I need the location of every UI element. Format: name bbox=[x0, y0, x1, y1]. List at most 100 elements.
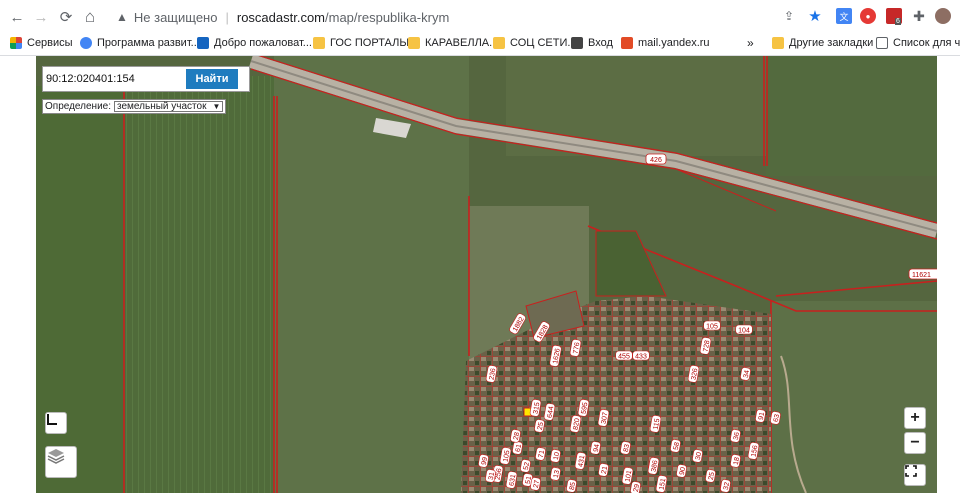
extension-badge-count: 6 bbox=[895, 17, 901, 25]
flower-icon bbox=[80, 37, 92, 49]
bookmark-label: Список для чтения bbox=[893, 37, 960, 49]
cadastre-number-input[interactable] bbox=[46, 69, 186, 89]
parcel-label: 29 bbox=[630, 481, 641, 493]
parcel-number: 91 bbox=[758, 412, 766, 421]
map-canvas[interactable]: 426 11621 1882 1828 1626 776 105 104 728 455 433… bbox=[36, 56, 937, 493]
parcel-number: 13 bbox=[553, 470, 561, 479]
parcel-number: 31 bbox=[488, 472, 496, 481]
bookmark-label: Вход bbox=[588, 37, 613, 49]
bookmark-login[interactable]: Вход bbox=[571, 35, 613, 51]
parcel-number: 30 bbox=[695, 452, 703, 461]
bookmark-label: Другие закладки bbox=[789, 37, 874, 49]
reading-list-icon bbox=[876, 37, 888, 49]
reload-icon[interactable]: ⟳ bbox=[55, 6, 77, 28]
forward-icon[interactable]: → bbox=[30, 6, 52, 28]
bookmark-other[interactable]: Другие закладки bbox=[772, 35, 873, 51]
parcel-label: 104 bbox=[735, 324, 753, 335]
folder-icon bbox=[408, 37, 420, 49]
parcel-number: 58 bbox=[673, 442, 681, 451]
parcel-number: 28 bbox=[513, 432, 521, 441]
bookmark-label: Программа развит... bbox=[97, 37, 200, 49]
address-separator: | bbox=[225, 9, 229, 25]
bookmark-welcome[interactable]: Добро пожаловат... bbox=[197, 35, 312, 51]
edge-parcel-text: 11621 bbox=[912, 272, 931, 279]
parcel-number: 94 bbox=[593, 444, 601, 453]
parcel-number: 433 bbox=[635, 354, 647, 361]
bookmark-folder-gov[interactable]: ГОС ПОРТАЛЫ. bbox=[313, 35, 412, 51]
toolbar: ← → ⟳ ⌂ ▲ Не защищено | roscadastr.com /… bbox=[0, 0, 960, 32]
definition-select[interactable]: земельный участок ▼ bbox=[114, 101, 224, 112]
ruler-icon bbox=[47, 414, 57, 425]
field-northeast bbox=[766, 56, 937, 176]
bookmark-label: Сервисы bbox=[27, 37, 73, 49]
parcel-number: 52 bbox=[523, 462, 531, 471]
bookmark-star-icon[interactable]: ★ bbox=[807, 8, 823, 25]
parcel-number: 10 bbox=[553, 452, 561, 461]
definition-selected: земельный участок bbox=[117, 101, 207, 112]
folder-icon bbox=[493, 37, 505, 49]
find-button[interactable]: Найти bbox=[186, 69, 238, 89]
parcel-label: 105 bbox=[703, 320, 721, 331]
share-icon[interactable]: ⇪ bbox=[781, 8, 797, 24]
parcel-number: 18 bbox=[733, 457, 741, 466]
extension-badge-icon[interactable]: 6 bbox=[886, 8, 902, 25]
bookmark-overflow-chevron[interactable]: » bbox=[747, 35, 754, 51]
folder-icon bbox=[772, 37, 784, 49]
back-icon[interactable]: ← bbox=[6, 6, 28, 28]
layers-button[interactable] bbox=[45, 446, 77, 478]
parcel-number: 29 bbox=[633, 484, 641, 493]
extension-icon[interactable]: ● bbox=[860, 8, 876, 24]
parcel-number: 61 bbox=[515, 444, 523, 453]
site-icon bbox=[197, 37, 209, 49]
folder-icon bbox=[313, 37, 325, 49]
parcel-number: 34 bbox=[743, 370, 751, 379]
r-logo-icon bbox=[571, 37, 583, 49]
fullscreen-button[interactable] bbox=[904, 464, 926, 486]
bookmark-label: ГОС ПОРТАЛЫ. bbox=[330, 37, 413, 49]
mail-icon bbox=[621, 37, 633, 49]
chevron-down-icon: ▼ bbox=[212, 102, 221, 111]
bookmark-program[interactable]: Программа развит... bbox=[80, 35, 200, 51]
zoom-out-button[interactable]: − bbox=[904, 432, 926, 454]
parcel-number: 455 bbox=[618, 354, 630, 361]
satellite-imagery: 426 11621 1882 18281626 776105104728455 433… bbox=[36, 56, 937, 493]
bookmark-folder-social[interactable]: СОЦ СЕТИ. bbox=[493, 35, 570, 51]
definition-select-wrapper: Определение: земельный участок ▼ bbox=[42, 99, 227, 114]
puzzle-icon[interactable]: ✚ bbox=[911, 8, 927, 24]
parcel-number: 32 bbox=[723, 482, 731, 491]
address-bar[interactable]: ▲ Не защищено | roscadastr.com /map/resp… bbox=[106, 5, 768, 29]
measure-tool-button[interactable] bbox=[45, 412, 67, 434]
zoom-in-button[interactable]: + bbox=[904, 407, 926, 429]
parcel-number: 27 bbox=[533, 480, 541, 489]
parcel-number: 71 bbox=[538, 450, 546, 459]
avatar[interactable] bbox=[935, 8, 951, 24]
parcel-label: 433 bbox=[632, 350, 650, 361]
home-icon[interactable]: ⌂ bbox=[79, 6, 101, 28]
parcel-number: 63 bbox=[773, 414, 781, 423]
cadastre-search: Найти bbox=[42, 66, 250, 92]
bookmark-mail[interactable]: mail.yandex.ru bbox=[621, 35, 710, 51]
address-host: roscadastr.com bbox=[236, 9, 326, 25]
parcel-number: 83 bbox=[623, 444, 631, 453]
parcel-number: 104 bbox=[738, 328, 750, 335]
road-number-label: 426 bbox=[645, 153, 667, 165]
parcel-number: 21 bbox=[601, 466, 609, 475]
browser-chrome: ← → ⟳ ⌂ ▲ Не защищено | roscadastr.com /… bbox=[0, 0, 960, 56]
definition-label: Определение: bbox=[45, 101, 112, 112]
field-striped bbox=[124, 76, 274, 493]
parcel-number: 99 bbox=[481, 457, 489, 466]
parcel-number: 90 bbox=[679, 467, 687, 476]
page-viewport: 426 11621 1882 1828 1626 776 105 104 728 455 433… bbox=[0, 56, 960, 493]
address-path: /map/respublika-krym bbox=[325, 9, 450, 25]
bookmark-reading-list[interactable]: Список для чтения bbox=[876, 35, 960, 51]
parcel-number: 25 bbox=[537, 422, 545, 431]
bookmarks-bar: Сервисы Программа развит... Добро пожало… bbox=[0, 32, 960, 54]
layers-icon bbox=[47, 449, 65, 464]
bookmark-folder-karavella[interactable]: КАРАВЕЛЛА. bbox=[408, 35, 492, 51]
fullscreen-icon bbox=[905, 465, 917, 477]
parcel-number: 25 bbox=[708, 472, 716, 481]
translate-extension-icon[interactable]: 文 bbox=[836, 8, 852, 24]
bookmark-services[interactable]: Сервисы bbox=[10, 35, 73, 51]
parcel-label: 455 bbox=[615, 350, 633, 361]
parcel-number: 105 bbox=[706, 324, 718, 331]
